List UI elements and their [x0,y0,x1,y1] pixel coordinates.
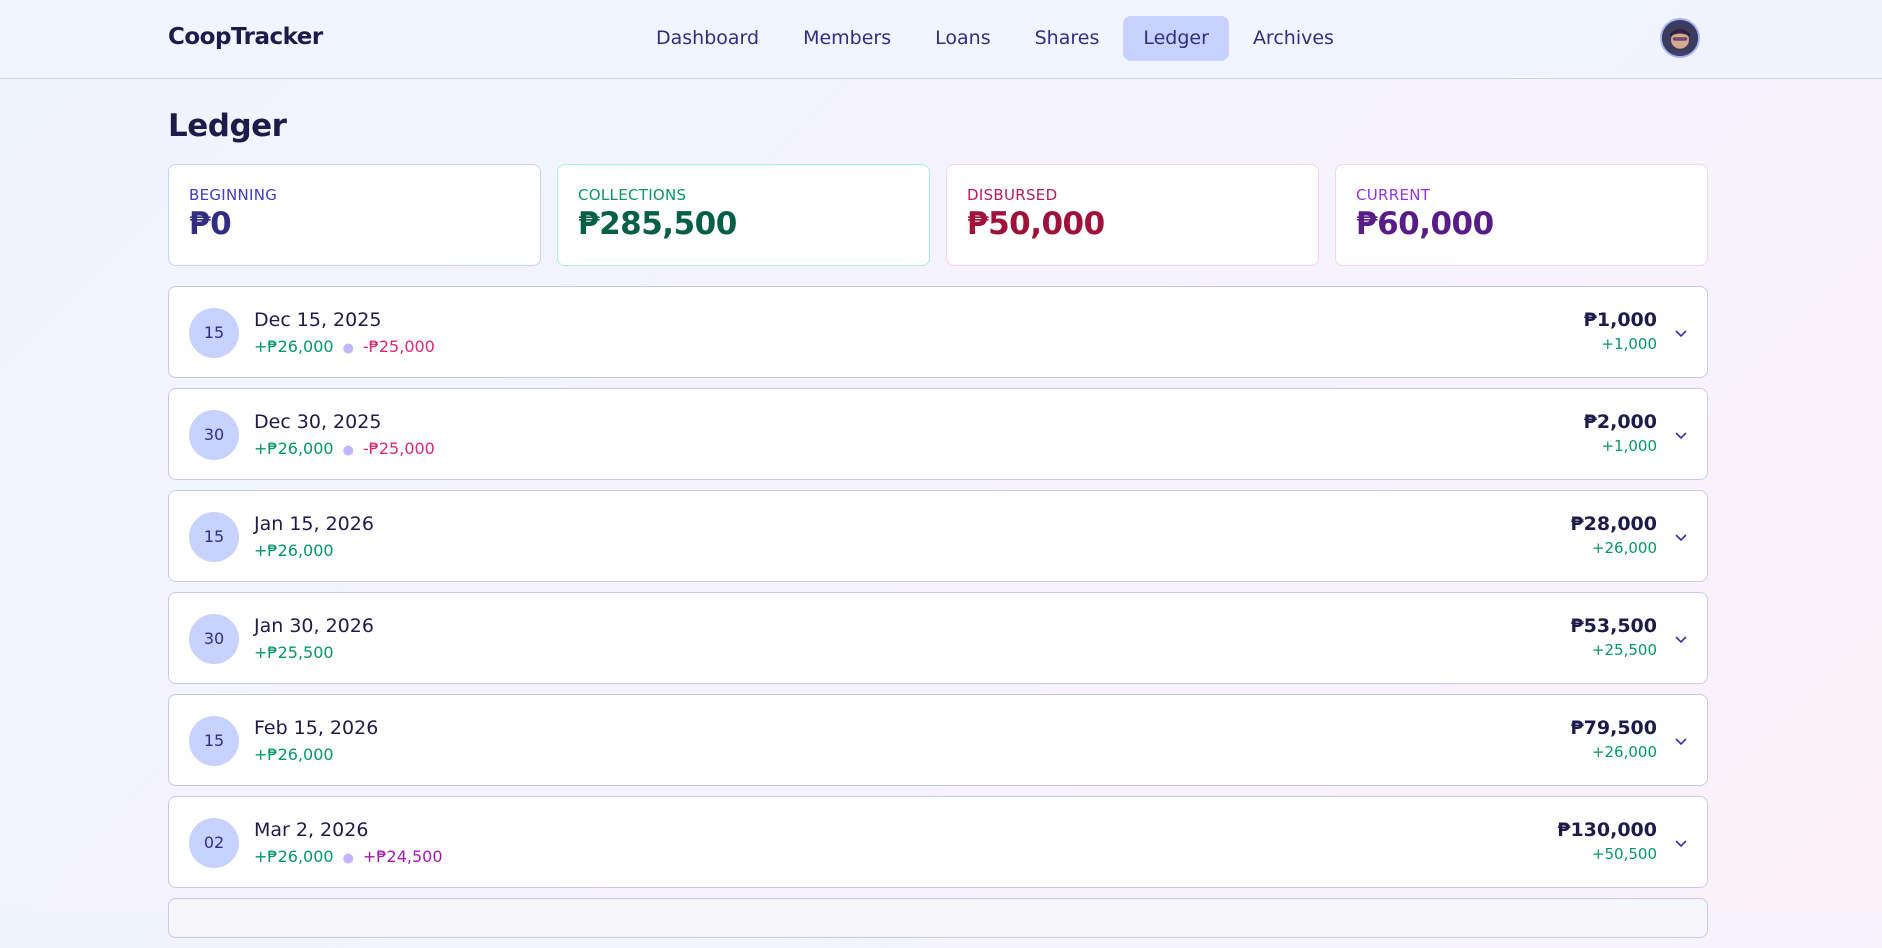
day-badge: 15 [189,716,239,766]
ledger-entry[interactable]: 30 Dec 30, 2025 +₱26,000 ● -₱25,000 ₱2,000… [168,388,1708,480]
stat-beginning: BEGINNING ₱0 [168,164,541,266]
ledger-entry-partial[interactable] [168,898,1708,938]
separator-dot: ● [342,443,354,458]
entry-balance: ₱79,500 [1570,717,1657,739]
avatar-icon [1662,20,1698,56]
nav-members[interactable]: Members [783,16,911,61]
entry-balance: ₱1,000 [1583,309,1657,331]
ledger-entry[interactable]: 02 Mar 2, 2026 +₱26,000 ● +₱24,500 ₱130,00… [168,796,1708,888]
stat-disbursed: DISBURSED ₱50,000 [946,164,1319,266]
entry-change: +26,000 [1591,743,1657,761]
entry-change: +26,000 [1591,539,1657,557]
share-amount: +₱24,500 [362,847,443,866]
entry-change: +25,500 [1591,641,1657,659]
summary-cards: BEGINNING ₱0 COLLECTIONS ₱285,500 DISBUR… [168,164,1708,266]
page-title: Ledger [168,108,287,144]
separator-dot: ● [342,851,354,866]
stat-value: ₱60,000 [1356,206,1494,242]
separator-dot: ● [342,341,354,356]
entry-balance: ₱2,000 [1583,411,1657,433]
chevron-down-icon[interactable] [1673,733,1689,749]
ledger-list: 15 Dec 15, 2025 +₱26,000 ● -₱25,000 ₱1,000… [168,286,1708,948]
collection-amount: +₱26,000 [254,439,334,458]
day-badge: 02 [189,818,239,868]
entry-change: +50,500 [1591,845,1657,863]
entry-flows: +₱26,000 ● -₱25,000 [254,439,435,458]
collection-amount: +₱25,500 [254,643,334,662]
entry-flows: +₱26,000 ● +₱24,500 [254,847,443,866]
entry-flows: +₱25,500 [254,643,334,662]
entry-balance: ₱130,000 [1557,819,1657,841]
entry-balance: ₱28,000 [1570,513,1657,535]
entry-flows: +₱26,000 [254,745,334,764]
day-badge: 30 [189,614,239,664]
entry-date: Mar 2, 2026 [254,819,369,841]
nav-shares[interactable]: Shares [1015,16,1120,61]
entry-balance: ₱53,500 [1570,615,1657,637]
entry-date: Dec 15, 2025 [254,309,382,331]
day-badge: 15 [189,308,239,358]
top-navbar: CoopTracker Dashboard Members Loans Shar… [0,0,1882,79]
user-avatar[interactable] [1660,18,1700,58]
stat-collections: COLLECTIONS ₱285,500 [557,164,930,266]
day-badge: 15 [189,512,239,562]
nav-loans[interactable]: Loans [915,16,1010,61]
stat-label: BEGINNING [189,186,278,204]
stat-value: ₱0 [189,206,232,242]
entry-change: +1,000 [1601,335,1657,353]
chevron-down-icon[interactable] [1673,427,1689,443]
chevron-down-icon[interactable] [1673,835,1689,851]
collection-amount: +₱26,000 [254,541,334,560]
nav-dashboard[interactable]: Dashboard [636,16,779,61]
entry-change: +1,000 [1601,437,1657,455]
disbursement-amount: -₱25,000 [362,337,435,356]
entry-flows: +₱26,000 ● -₱25,000 [254,337,435,356]
ledger-entry[interactable]: 15 Dec 15, 2025 +₱26,000 ● -₱25,000 ₱1,000… [168,286,1708,378]
entry-date: Feb 15, 2026 [254,717,379,739]
collection-amount: +₱26,000 [254,337,334,356]
ledger-entry[interactable]: 30 Jan 30, 2026 +₱25,500 ₱53,500 +25,500 [168,592,1708,684]
day-badge: 30 [189,410,239,460]
collection-amount: +₱26,000 [254,745,334,764]
stat-current: CURRENT ₱60,000 [1335,164,1708,266]
entry-date: Jan 30, 2026 [254,615,374,637]
chevron-down-icon[interactable] [1673,529,1689,545]
nav-archives[interactable]: Archives [1233,16,1354,61]
stat-label: CURRENT [1356,186,1431,204]
disbursement-amount: -₱25,000 [362,439,435,458]
entry-flows: +₱26,000 [254,541,334,560]
chevron-down-icon[interactable] [1673,325,1689,341]
nav-ledger[interactable]: Ledger [1123,16,1229,61]
collection-amount: +₱26,000 [254,847,334,866]
stat-value: ₱285,500 [578,206,737,242]
ledger-entry[interactable]: 15 Jan 15, 2026 +₱26,000 ₱28,000 +26,000 [168,490,1708,582]
main-nav: Dashboard Members Loans Shares Ledger Ar… [636,16,1354,61]
stat-value: ₱50,000 [967,206,1105,242]
entry-date: Dec 30, 2025 [254,411,382,433]
stat-label: DISBURSED [967,186,1058,204]
ledger-entry[interactable]: 15 Feb 15, 2026 +₱26,000 ₱79,500 +26,000 [168,694,1708,786]
chevron-down-icon[interactable] [1673,631,1689,647]
entry-date: Jan 15, 2026 [254,513,374,535]
app-logo[interactable]: CoopTracker [168,24,323,50]
stat-label: COLLECTIONS [578,186,687,204]
